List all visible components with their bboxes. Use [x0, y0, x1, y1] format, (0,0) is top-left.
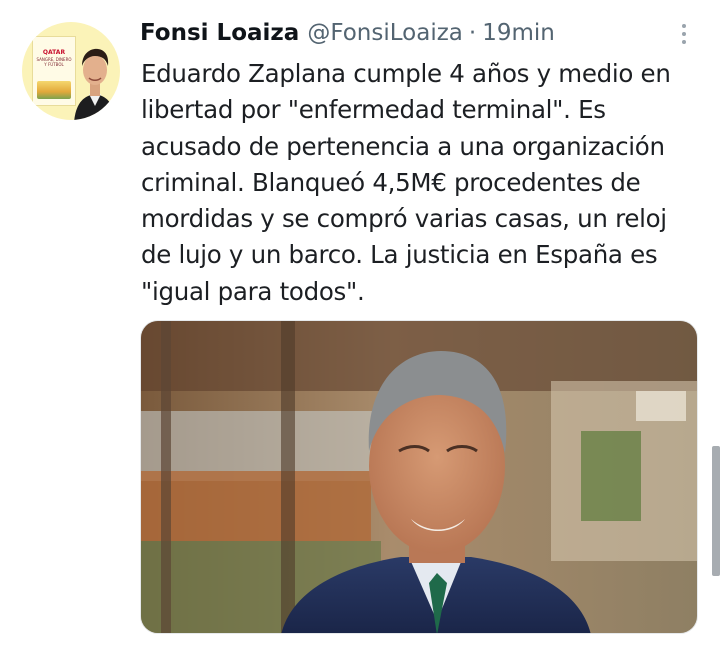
more-dot: [682, 24, 686, 28]
author-photo: [74, 48, 116, 120]
tweet-body: Eduardo Zaplana cumple 4 años y medio en…: [141, 59, 671, 306]
author-avatar[interactable]: QATAR SANGRE, DINERO Y FÚTBOL: [22, 22, 120, 120]
scrollbar[interactable]: [712, 446, 720, 576]
more-dot: [682, 40, 686, 44]
book-cover-title: QATAR: [42, 49, 66, 56]
tweet-header: Fonsi Loaiza @FonsiLoaiza · 19min: [140, 20, 555, 50]
tweet-photo[interactable]: [140, 320, 698, 634]
tweet-photo-image: [141, 321, 697, 633]
book-cover-art: [37, 81, 71, 99]
book-cover-image: QATAR SANGRE, DINERO Y FÚTBOL: [32, 36, 76, 106]
author-name[interactable]: Fonsi Loaiza: [140, 20, 299, 46]
tweet-timestamp[interactable]: 19min: [482, 20, 555, 46]
separator-dot: ·: [468, 20, 477, 46]
more-options-icon[interactable]: [674, 22, 694, 46]
author-handle[interactable]: @FonsiLoaiza: [307, 20, 463, 46]
book-cover-subtitle: SANGRE, DINERO Y FÚTBOL: [36, 57, 72, 67]
more-dot: [682, 32, 686, 36]
